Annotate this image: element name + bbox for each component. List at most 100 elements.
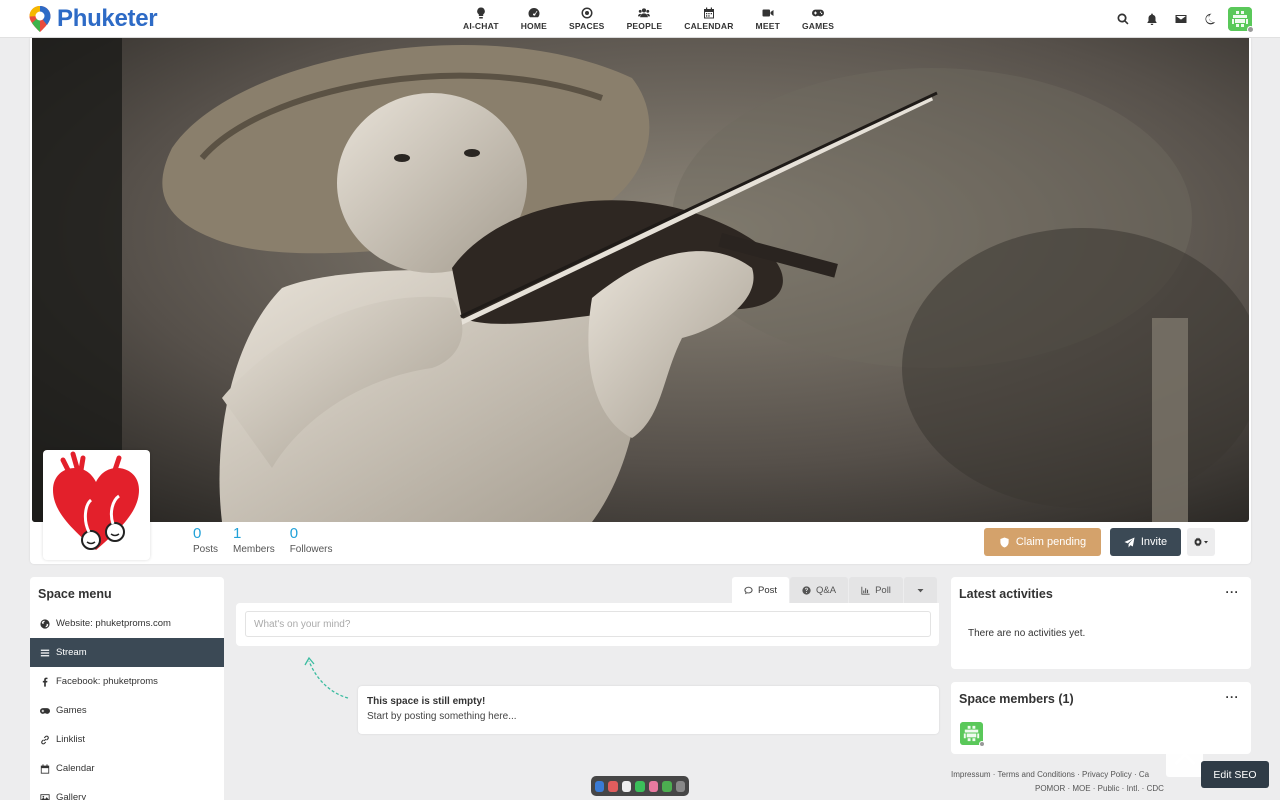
messages-button[interactable] [1166,0,1195,38]
trash-dock-icon[interactable] [675,780,685,792]
app-dock-icon[interactable] [648,780,659,792]
main-nav: AI-CHAT HOME SPACES PEOPLE CALENDAR MEET… [452,0,845,38]
search-button[interactable] [1108,0,1137,38]
calendar-icon [703,7,714,19]
space-members-title: Space members (1) [959,692,1074,706]
menu-item-label: Website: phuketproms.com [56,618,171,629]
globe-icon [40,618,50,629]
member-avatar[interactable] [960,722,985,747]
empty-title: This space is still empty! [367,696,486,707]
tab-label: Q&A [816,584,837,596]
video-icon [762,9,774,17]
tab-poll[interactable]: Poll [849,577,903,603]
question-circle-icon [802,585,811,595]
invite-button[interactable]: Invite [1110,528,1181,556]
menu-item-stream[interactable]: Stream [30,638,224,667]
nav-label: HOME [520,21,548,31]
menu-item-games[interactable]: Games [30,696,224,725]
stat-followers[interactable]: 0 Followers [290,525,333,557]
app-dock-icon[interactable] [621,780,632,792]
stat-value: 0 [289,525,299,542]
stat-label: Members [233,544,275,555]
menu-item-gallery[interactable]: Gallery [30,783,224,800]
finder-dock-icon[interactable] [595,780,605,792]
footer-row[interactable]: Impressum · Terms and Conditions · Priva… [951,768,1181,782]
menu-item-linklist[interactable]: Linklist [30,725,224,754]
scroll-to-top-button[interactable] [1166,740,1203,777]
shield-icon [1000,536,1009,548]
empty-stream-notice: This space is still empty! Start by post… [358,686,939,734]
notifications-button[interactable] [1137,0,1166,38]
cover-image [32,38,1249,522]
nav-spaces[interactable]: SPACES [558,0,616,38]
stat-label: Followers [289,544,333,555]
invite-label: Invite [1140,536,1168,548]
space-settings-dropdown[interactable] [1187,528,1215,556]
no-activities-text: There are no activities yet. [968,628,1086,639]
space-members-panel: Space members (1) ··· [951,682,1251,754]
gamepad-icon [812,9,825,17]
calendar-icon [40,763,50,774]
app-dock-icon[interactable] [662,780,672,792]
space-stats: 0 Posts 1 Members 0 Followers [193,525,348,557]
nav-games[interactable]: GAMES [791,0,845,38]
tab-post[interactable]: Post [732,577,790,603]
status-dot [979,741,985,747]
latest-activities-title: Latest activities [959,587,1053,601]
space-members-menu[interactable]: ··· [1226,690,1240,704]
stat-value: 1 [233,525,242,542]
bar-chart-icon [861,586,870,595]
curved-arrow-icon [304,656,349,699]
menu-item-label: Games [56,705,87,716]
menu-item-facebook[interactable]: Facebook: phuketproms [30,667,224,696]
comment-icon [744,586,753,594]
stat-posts[interactable]: 0 Posts [193,525,218,557]
nav-calendar[interactable]: CALENDAR [673,0,744,38]
nav-people[interactable]: PEOPLE [616,0,674,38]
menu-item-label: Facebook: phuketproms [56,676,158,687]
app-dock-icon[interactable] [608,780,618,792]
nav-label: PEOPLE [626,21,663,31]
facebook-icon [42,677,48,687]
stat-label: Posts [193,544,219,555]
stat-members[interactable]: 1 Members [233,525,275,557]
dark-mode-toggle[interactable] [1195,0,1224,38]
link-icon [41,735,49,744]
dashboard-icon [528,8,540,18]
tab-more-dropdown[interactable] [903,577,937,603]
paper-plane-icon [1124,536,1135,548]
footer-row[interactable]: POMOR · MOE · Public · Intl. · CDC [951,782,1181,796]
nav-label: SPACES [569,21,605,31]
bell-icon [1147,13,1156,25]
latest-activities-menu[interactable]: ··· [1226,585,1240,599]
nav-meet[interactable]: MEET [745,0,791,38]
app-logo[interactable]: Phuketer [28,4,158,34]
status-dot [1247,26,1254,33]
edit-seo-button[interactable]: Edit SEO [1201,761,1269,788]
footer-links: Impressum · Terms and Conditions · Priva… [951,768,1181,796]
nav-ai-chat[interactable]: AI-CHAT [452,0,510,38]
claim-label: Claim pending [1015,536,1087,548]
image-icon [40,793,50,800]
post-composer [236,603,939,646]
nav-label: AI-CHAT [463,21,499,31]
chevron-up-icon [1174,752,1195,765]
messages-dock-icon[interactable] [635,780,645,792]
menu-item-label: Gallery [56,792,87,800]
tab-qa[interactable]: Q&A [790,577,849,603]
caret-down-icon [917,588,924,592]
claim-pending-button[interactable]: Claim pending [984,528,1101,556]
top-navigation-bar: Phuketer AI-CHAT HOME SPACES PEOPLE CALE… [0,0,1280,38]
post-input[interactable] [245,611,931,637]
nav-right-actions [1108,0,1254,38]
nav-home[interactable]: HOME [510,0,558,38]
gamepad-icon [40,707,50,714]
menu-item-label: Calendar [56,763,95,774]
composer-tabs: Post Q&A Poll [732,577,938,603]
user-avatar[interactable] [1228,7,1254,33]
latest-activities-panel: Latest activities ··· There are no activ… [951,577,1251,669]
menu-item-website[interactable]: Website: phuketproms.com [30,609,224,638]
menu-item-calendar[interactable]: Calendar [30,754,224,783]
empty-subtitle: Start by posting something here... [367,711,517,722]
lightbulb-icon [477,7,485,19]
